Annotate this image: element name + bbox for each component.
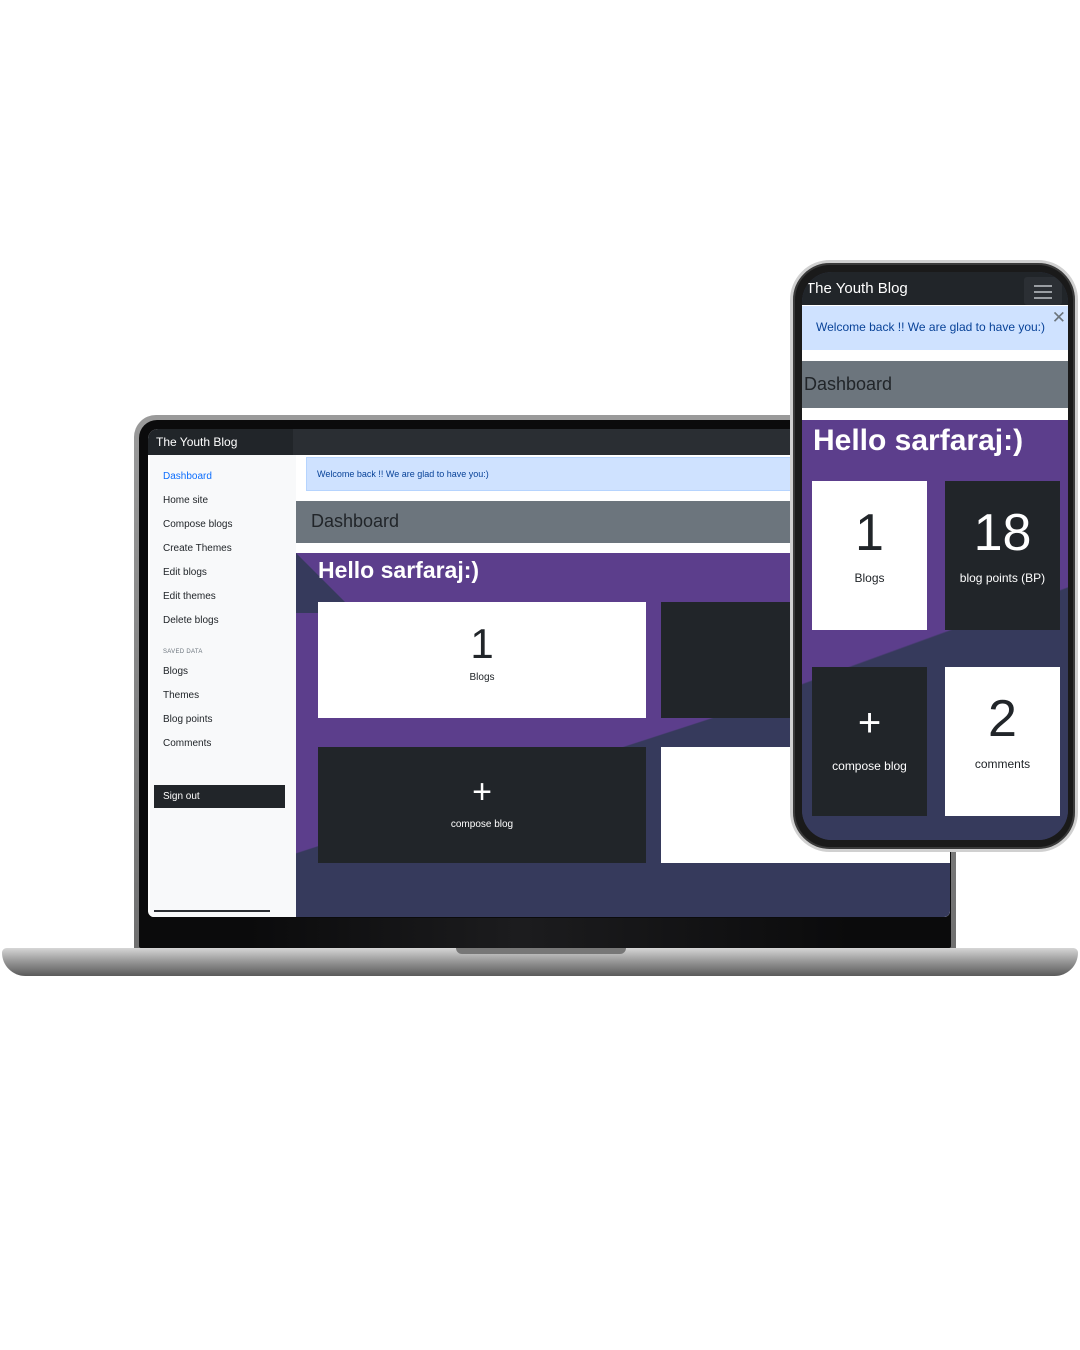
phone-navbar: The Youth Blog — [802, 272, 1068, 305]
sidebar-item-dashboard[interactable]: Dashboard — [163, 471, 212, 482]
phone-blogs-card[interactable]: 1 Blogs — [812, 481, 927, 630]
sidebar-item-blog-points[interactable]: Blog points — [163, 714, 212, 725]
compose-blog-card[interactable]: + compose blog — [318, 747, 646, 863]
sign-out-button[interactable]: Sign out — [154, 785, 285, 808]
phone-comments-count: 2 — [988, 690, 1017, 748]
phone-blogs-count: 1 — [855, 504, 884, 562]
plus-icon: + — [472, 773, 492, 811]
laptop-keyboard — [249, 918, 849, 948]
phone-comments-label: comments — [974, 757, 1031, 771]
phone-navbar-brand[interactable]: The Youth Blog — [806, 280, 908, 297]
sidebar-item-edit-blogs[interactable]: Edit blogs — [163, 567, 207, 578]
welcome-alert: Welcome back !! We are glad to have you:… — [306, 457, 806, 491]
sidebar-item-themes[interactable]: Themes — [163, 690, 199, 701]
sidebar-item-compose-blogs[interactable]: Compose blogs — [163, 519, 232, 530]
close-icon[interactable]: ✕ — [1052, 308, 1066, 328]
blogs-card[interactable]: 1 Blogs — [318, 602, 646, 718]
phone-compose-blog-label: compose blog — [832, 759, 907, 773]
sidebar-item-comments[interactable]: Comments — [163, 738, 211, 749]
sidebar-item-blogs[interactable]: Blogs — [163, 666, 188, 677]
sidebar: Dashboard Home site Compose blogs Create… — [150, 455, 296, 917]
phone-blog-points-label: blog points (BP) — [959, 571, 1046, 585]
phone-compose-blog-card[interactable]: + compose blog — [812, 667, 927, 816]
sidebar-item-create-themes[interactable]: Create Themes — [163, 543, 232, 554]
sidebar-heading-saved-data: SAVED DATA — [163, 649, 203, 655]
sidebar-item-home-site[interactable]: Home site — [163, 495, 208, 506]
phone-blogs-label: Blogs — [854, 571, 885, 585]
blogs-count: 1 — [470, 620, 494, 667]
phone-comments-card[interactable]: 2 comments — [945, 667, 1060, 816]
hamburger-menu-icon[interactable] — [1024, 277, 1062, 305]
phone-blog-points-card[interactable]: 18 blog points (BP) — [945, 481, 1060, 630]
phone-screen: The Youth Blog Welcome back !! We are gl… — [802, 272, 1068, 840]
sidebar-item-edit-themes[interactable]: Edit themes — [163, 591, 216, 602]
phone-mockup: The Youth Blog Welcome back !! We are gl… — [790, 260, 1078, 852]
phone-page-title: Dashboard — [802, 361, 1068, 408]
phone-welcome-alert-text: Welcome back !! We are glad to have you:… — [816, 320, 1046, 334]
greeting-heading: Hello sarfaraj:) — [318, 557, 480, 583]
compose-blog-label: compose blog — [450, 819, 514, 830]
phone-plus-icon: + — [857, 701, 882, 745]
phone-blog-points-count: 18 — [973, 504, 1032, 562]
sidebar-item-delete-blogs[interactable]: Delete blogs — [163, 615, 219, 626]
phone-greeting-heading: Hello sarfaraj:) — [813, 424, 1024, 457]
page-title: Dashboard — [296, 501, 816, 543]
navbar-brand[interactable]: The Youth Blog — [156, 435, 237, 449]
phone-welcome-alert: Welcome back !! We are glad to have you:… — [802, 306, 1068, 350]
blogs-label: Blogs — [469, 672, 495, 683]
